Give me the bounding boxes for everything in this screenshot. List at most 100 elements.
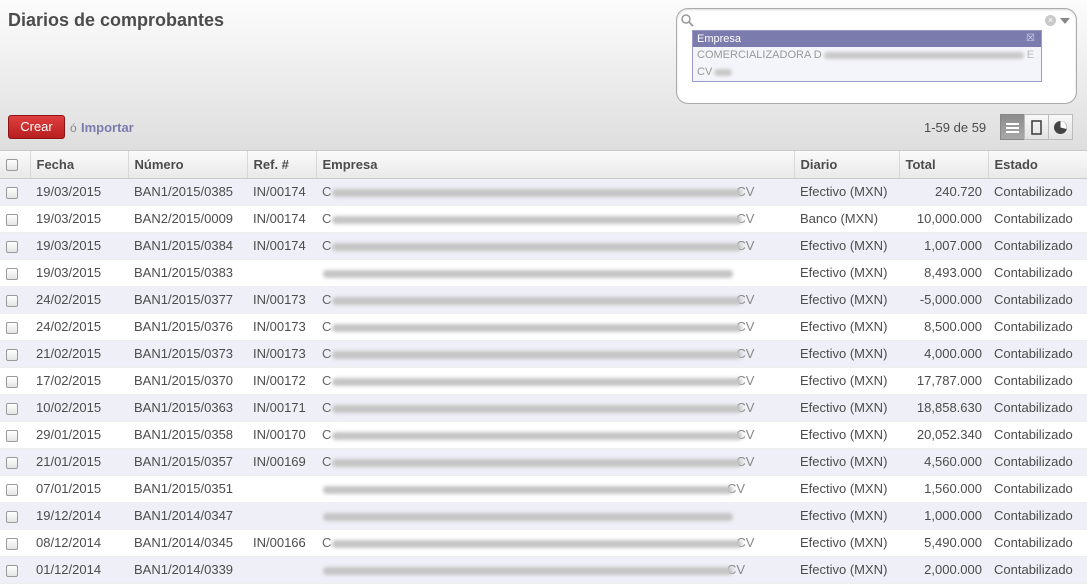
row-checkbox[interactable] [0, 502, 30, 530]
table-row[interactable]: 21/02/2015 BAN1/2015/0373 IN/00173 C CV Efect… [0, 340, 1087, 368]
pager-value[interactable]: 1-59 de 59 [924, 120, 986, 135]
cell-diario: Efectivo (MXN) [794, 394, 899, 422]
cell-empresa: C CV [316, 313, 794, 341]
form-view-button[interactable] [1024, 114, 1049, 140]
list-view-button[interactable] [1000, 114, 1025, 140]
cell-total: 1,560.000 [899, 475, 988, 503]
row-checkbox[interactable] [0, 421, 30, 449]
cell-diario: Efectivo (MXN) [794, 178, 899, 206]
cell-ref: IN/00172 [247, 367, 316, 395]
row-checkbox[interactable] [0, 394, 30, 422]
column-header-ref[interactable]: Ref. # [246, 151, 316, 179]
redacted-text [323, 566, 733, 575]
graph-view-button[interactable] [1048, 114, 1073, 140]
table-row[interactable]: 10/02/2015 BAN1/2015/0363 IN/00171 C CV Efect… [0, 394, 1087, 422]
cell-numero: BAN1/2015/0377 [128, 286, 247, 314]
table-body: 19/03/2015 BAN1/2015/0385 IN/00174 C CV Efect… [0, 178, 1087, 584]
search-dropdown-icon[interactable] [1060, 18, 1070, 24]
cell-numero: BAN1/2015/0351 [128, 475, 247, 503]
table-row[interactable]: 24/02/2015 BAN1/2015/0376 IN/00173 C CV Efect… [0, 313, 1087, 341]
select-all-checkbox[interactable] [0, 151, 30, 179]
facet-remove-icon[interactable]: ☒ [1026, 31, 1035, 47]
table-row[interactable]: 07/01/2015 BAN1/2015/0351 CV Efectivo (MXN)… [0, 475, 1087, 503]
facet-value: COMERCIALIZADORA D E [697, 49, 1035, 61]
table-row[interactable]: 19/03/2015 BAN1/2015/0383 Efectivo (MXN) 8,… [0, 259, 1087, 287]
cell-total: 240.720 [899, 178, 988, 206]
row-checkbox[interactable] [0, 340, 30, 368]
table-row[interactable]: 29/01/2015 BAN1/2015/0358 IN/00170 C CV Efect… [0, 421, 1087, 449]
table-row[interactable]: 19/03/2015 BAN1/2015/0385 IN/00174 C CV Efect… [0, 178, 1087, 206]
cell-estado: Contabilizado [988, 421, 1087, 449]
facet-label: Empresa [697, 33, 742, 45]
column-header-numero[interactable]: Número [127, 151, 247, 179]
column-header-total[interactable]: Total [898, 151, 988, 179]
control-panel: Diarios de comprobantes × Empresa ☒ COME… [0, 0, 1087, 151]
cell-total: 2,000.000 [899, 556, 988, 584]
table-row[interactable]: 19/03/2015 BAN1/2015/0384 IN/00174 C CV Efect… [0, 232, 1087, 260]
cell-diario: Efectivo (MXN) [794, 367, 899, 395]
search-icon [681, 14, 694, 27]
cell-numero: BAN1/2015/0384 [128, 232, 247, 260]
cell-fecha: 19/12/2014 [30, 502, 128, 530]
form-view-icon [1031, 119, 1042, 135]
cell-diario: Banco (MXN) [794, 205, 899, 233]
column-header-diario[interactable]: Diario [793, 151, 899, 179]
cell-numero: BAN1/2015/0383 [128, 259, 247, 287]
redacted-text [823, 51, 1024, 59]
cell-fecha: 24/02/2015 [30, 313, 128, 341]
column-header-estado[interactable]: Estado [987, 151, 1087, 179]
cell-diario: Efectivo (MXN) [794, 448, 899, 476]
row-checkbox[interactable] [0, 448, 30, 476]
redacted-text [332, 377, 743, 386]
cell-empresa: C CV [316, 232, 794, 260]
table-row[interactable]: 19/12/2014 BAN1/2014/0347 Efectivo (MXN) 1,… [0, 502, 1087, 530]
redacted-text [332, 539, 743, 548]
redacted-text [332, 404, 743, 413]
cell-fecha: 08/12/2014 [30, 529, 128, 557]
cell-numero: BAN1/2015/0363 [128, 394, 247, 422]
search-facet: Empresa ☒ COMERCIALIZADORA D E CV [692, 30, 1042, 82]
table-row[interactable]: 24/02/2015 BAN1/2015/0377 IN/00173 C CV Efect… [0, 286, 1087, 314]
row-checkbox[interactable] [0, 232, 30, 260]
cell-diario: Efectivo (MXN) [794, 232, 899, 260]
cell-estado: Contabilizado [988, 475, 1087, 503]
row-checkbox[interactable] [0, 178, 30, 206]
row-checkbox[interactable] [0, 556, 30, 584]
redacted-text [323, 269, 733, 278]
table-row[interactable]: 17/02/2015 BAN1/2015/0370 IN/00172 C CV Efect… [0, 367, 1087, 395]
row-checkbox[interactable] [0, 286, 30, 314]
cell-estado: Contabilizado [988, 286, 1087, 314]
row-checkbox[interactable] [0, 475, 30, 503]
table-row[interactable]: 21/01/2015 BAN1/2015/0357 IN/00169 C CV Efect… [0, 448, 1087, 476]
cell-ref: IN/00173 [247, 340, 316, 368]
cell-total: 4,560.000 [899, 448, 988, 476]
row-checkbox[interactable] [0, 367, 30, 395]
row-checkbox[interactable] [0, 529, 30, 557]
cell-fecha: 19/03/2015 [30, 232, 128, 260]
cell-fecha: 21/02/2015 [30, 340, 128, 368]
column-header-fecha[interactable]: Fecha [29, 151, 128, 179]
table-row[interactable]: 19/03/2015 BAN2/2015/0009 IN/00174 C CV Banco… [0, 205, 1087, 233]
cell-total: 1,000.000 [899, 502, 988, 530]
cell-ref: IN/00174 [247, 205, 316, 233]
redacted-text [332, 458, 743, 467]
cell-estado: Contabilizado [988, 232, 1087, 260]
table-row[interactable]: 08/12/2014 BAN1/2014/0345 IN/00166 C CV Efect… [0, 529, 1087, 557]
clear-search-icon[interactable]: × [1045, 15, 1056, 26]
cell-estado: Contabilizado [988, 340, 1087, 368]
cell-diario: Efectivo (MXN) [794, 529, 899, 557]
facet-value: CV [693, 64, 1041, 81]
cell-estado: Contabilizado [988, 367, 1087, 395]
import-link[interactable]: Importar [81, 120, 134, 135]
table-row[interactable]: 01/12/2014 BAN1/2014/0339 CV Efectivo (MXN)… [0, 556, 1087, 584]
cell-total: 10,000.000 [899, 205, 988, 233]
cell-numero: BAN1/2015/0357 [128, 448, 247, 476]
column-header-empresa[interactable]: Empresa [315, 151, 794, 179]
row-checkbox[interactable] [0, 313, 30, 341]
row-checkbox[interactable] [0, 205, 30, 233]
search-box[interactable]: × Empresa ☒ COMERCIALIZADORA D E CV [676, 8, 1077, 104]
cell-numero: BAN1/2015/0358 [128, 421, 247, 449]
create-button[interactable]: Crear [8, 115, 65, 139]
journal-vouchers-table: Fecha Número Ref. # Empresa Diario Total… [0, 151, 1087, 584]
row-checkbox[interactable] [0, 259, 30, 287]
